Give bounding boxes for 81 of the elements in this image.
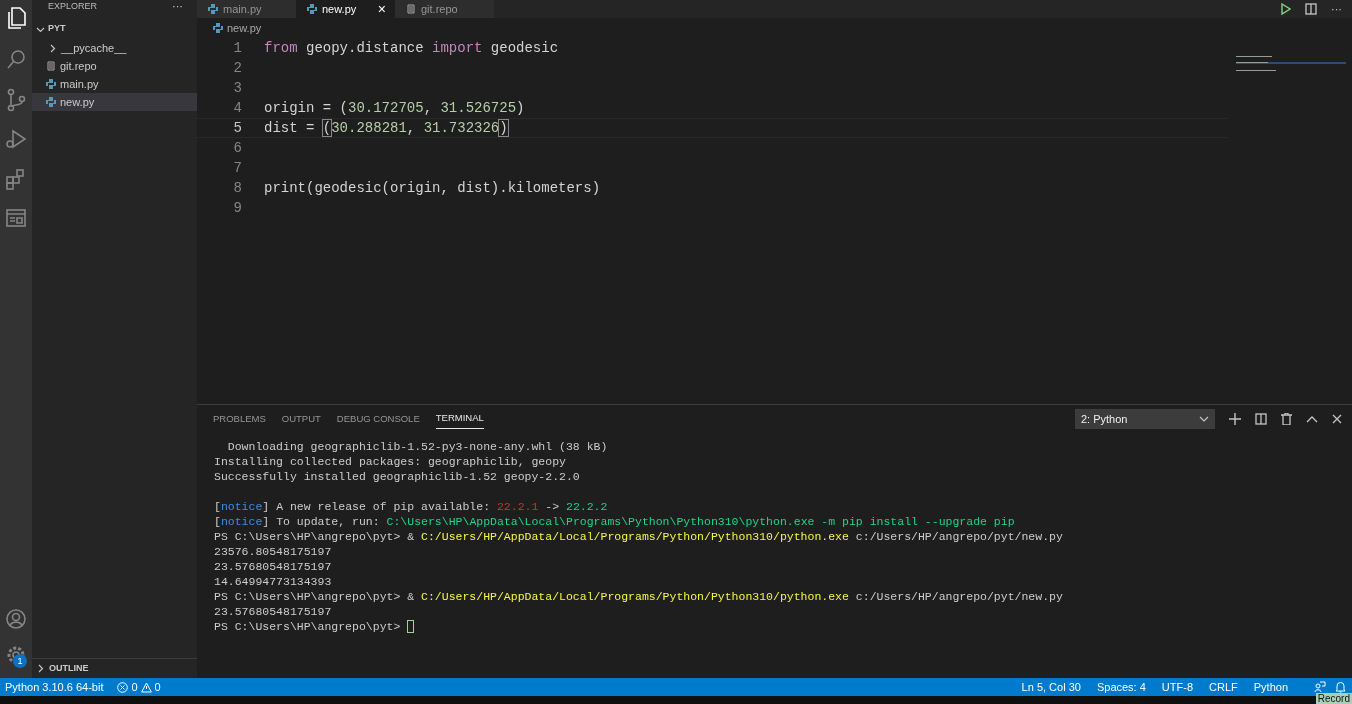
split-editor-icon[interactable] — [1305, 3, 1317, 15]
terminal-line: Installing collected packages: geographiclib, geopy — [214, 454, 566, 469]
record-button[interactable]: Record — [1315, 693, 1352, 704]
trash-icon[interactable] — [1281, 413, 1292, 425]
panel-tab[interactable]: PROBLEMS — [213, 409, 266, 429]
split-terminal-icon[interactable] — [1255, 413, 1267, 425]
terminal-line: [notice] A new release of pip available: 22.2.1 -> 22.2.2 — [214, 499, 608, 514]
search-icon[interactable] — [5, 48, 27, 70]
python-file-icon — [46, 79, 56, 89]
notification-badge: 1 — [13, 654, 27, 668]
line-number: 1 — [232, 38, 242, 58]
remote-explorer-icon[interactable] — [5, 208, 27, 228]
chevron-up-icon[interactable] — [1306, 415, 1318, 423]
source-control-icon[interactable] — [5, 88, 27, 112]
python-file-icon — [213, 23, 223, 33]
file-tree-item[interactable]: new.py — [32, 93, 197, 111]
more-actions[interactable]: ··· — [1331, 3, 1342, 15]
terminal-line: Downloading geographiclib-1.52-py3-none-any.whl (38 kB) — [226, 439, 608, 454]
terminal-line: Successfully installed geographiclib-1.52 geopy-2.2.0 — [214, 469, 580, 484]
terminal-line: [notice] To update, run: C:\Users\HP\AppData\Local\Programs\Python\Python310\python.exe -m pip install --upgrade pip — [214, 514, 1015, 529]
panel-tab[interactable]: OUTPUT — [281, 409, 321, 429]
encoding[interactable]: UTF-8 — [1161, 678, 1193, 696]
language-mode[interactable]: Python — [1253, 678, 1288, 696]
indentation[interactable]: Spaces: 4 — [1096, 678, 1146, 696]
line-number: 6 — [232, 138, 242, 158]
line-number: 4 — [232, 98, 242, 118]
code-line: dist = (30.288281, 31.732326) — [264, 118, 508, 138]
line-number: 9 — [232, 198, 242, 218]
line-number: 5 — [232, 118, 242, 138]
problems-status[interactable]: 0 0 — [117, 678, 161, 696]
editor-tab[interactable]: main.py — [197, 0, 296, 18]
chevron-right-icon — [48, 43, 57, 53]
bell-icon[interactable] — [1335, 681, 1346, 693]
text-file-icon — [46, 61, 56, 71]
more-actions[interactable]: ··· — [172, 0, 183, 12]
account-icon[interactable] — [5, 608, 27, 630]
terminal-line: PS C:\Users\HP\angrepo\pyt> — [214, 619, 402, 634]
close-tab-button[interactable]: × — [377, 2, 386, 16]
extensions-icon[interactable] — [5, 168, 27, 190]
error-icon — [117, 681, 129, 693]
python-file-icon — [208, 4, 218, 14]
terminal-select[interactable]: 2: Python — [1075, 409, 1215, 429]
close-icon[interactable] — [1332, 414, 1342, 424]
outline-section[interactable]: OUTLINE — [49, 661, 89, 676]
run-icon[interactable] — [1281, 3, 1291, 15]
folder-name[interactable]: PYT — [48, 22, 66, 36]
code-line: print(geodesic(origin, dist).kilometers) — [264, 178, 601, 198]
line-ending[interactable]: CRLF — [1209, 678, 1238, 696]
terminal-cursor — [407, 620, 415, 633]
terminal-line: 23.57680548175197 — [214, 559, 332, 574]
terminal-line: PS C:\Users\HP\angrepo\pyt> & C:/Users/HP/AppData/Local/Programs/Python/Python310/python.exe c:/Users/HP/angrepo/pyt/new.py — [214, 529, 1063, 544]
chevron-down-icon — [1199, 416, 1209, 422]
breadcrumb[interactable]: new.py — [227, 19, 262, 37]
cursor-position[interactable]: Ln 5, Col 30 — [1021, 678, 1081, 696]
python-file-icon — [307, 4, 317, 14]
file-tree-item[interactable]: git.repo — [32, 57, 197, 75]
python-interpreter[interactable]: Python 3.10.6 64-bit — [5, 678, 104, 696]
editor-tab[interactable]: git.repo — [395, 0, 494, 18]
explorer-title: EXPLORER — [48, 0, 98, 12]
feedback-icon[interactable] — [1314, 681, 1326, 693]
terminal-line: 14.64994773134393 — [214, 574, 332, 589]
panel-tab[interactable]: TERMINAL — [435, 409, 484, 429]
editor-tab[interactable]: new.py × — [296, 0, 395, 18]
terminal-line: 23576.80548175197 — [214, 544, 332, 559]
panel-tab[interactable]: DEBUG CONSOLE — [336, 409, 420, 429]
terminal-line: 23.57680548175197 — [214, 604, 332, 619]
text-file-icon — [406, 4, 416, 14]
code-line: origin = (30.172705, 31.526725) — [264, 98, 525, 118]
file-tree-item[interactable]: main.py — [32, 75, 197, 93]
warning-icon — [140, 681, 152, 693]
run-debug-icon[interactable] — [5, 128, 27, 150]
terminal-line: PS C:\Users\HP\angrepo\pyt> & C:/Users/HP/AppData/Local/Programs/Python/Python310/python.exe c:/Users/HP/angrepo/pyt/new.py — [214, 589, 1063, 604]
line-number: 3 — [232, 78, 242, 98]
line-number: 7 — [232, 158, 242, 178]
line-number: 2 — [232, 58, 242, 78]
plus-icon[interactable] — [1229, 413, 1241, 425]
line-number: 8 — [232, 178, 242, 198]
files-icon[interactable] — [5, 6, 27, 30]
python-file-icon — [46, 97, 56, 107]
code-line: from geopy.distance import geodesic — [264, 38, 559, 58]
file-tree-item[interactable]: __pycache__ — [32, 39, 197, 57]
